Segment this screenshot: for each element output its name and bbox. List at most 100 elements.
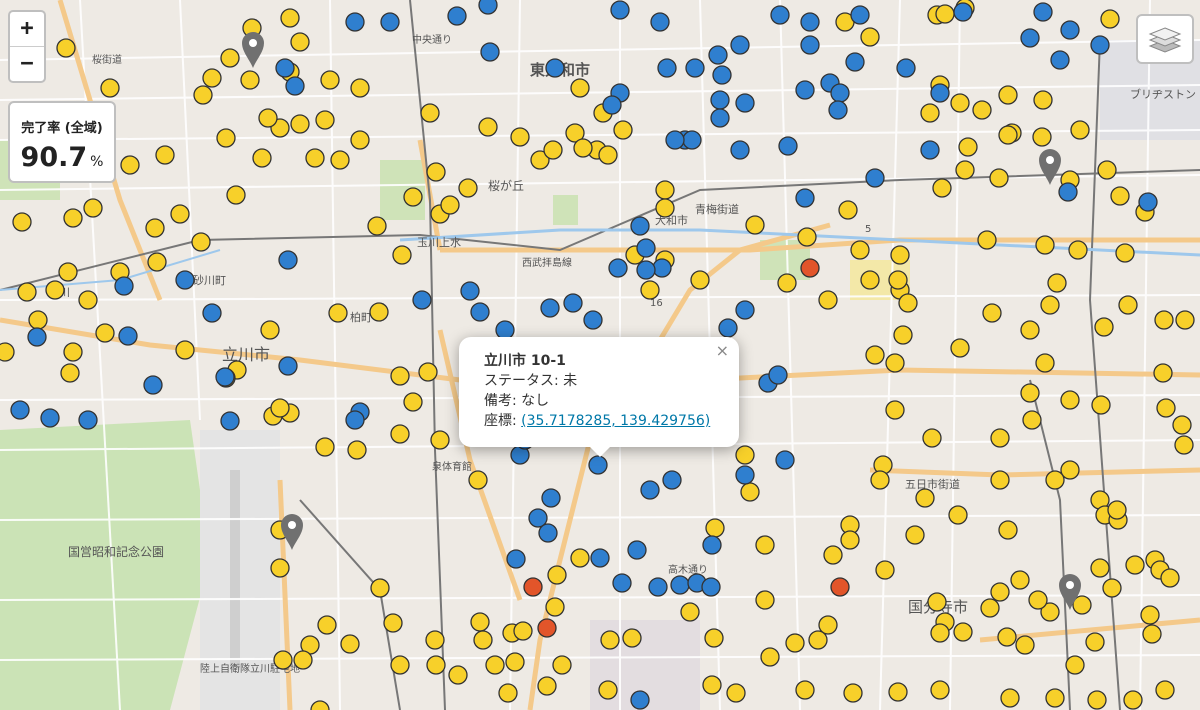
marker-done[interactable]: [60, 363, 80, 383]
marker-done[interactable]: [1102, 578, 1122, 598]
marker-done[interactable]: [622, 628, 642, 648]
marker-pending[interactable]: [710, 108, 730, 128]
marker-pending[interactable]: [1033, 2, 1053, 22]
marker-pending[interactable]: [27, 327, 47, 347]
marker-done[interactable]: [997, 627, 1017, 647]
marker-done[interactable]: [640, 280, 660, 300]
marker-pending[interactable]: [1090, 35, 1110, 55]
marker-done[interactable]: [317, 615, 337, 635]
marker-done[interactable]: [202, 68, 222, 88]
marker-pending[interactable]: [795, 80, 815, 100]
marker-done[interactable]: [950, 338, 970, 358]
marker-done[interactable]: [865, 345, 885, 365]
marker-done[interactable]: [950, 93, 970, 113]
marker-pending[interactable]: [735, 93, 755, 113]
marker-done[interactable]: [63, 208, 83, 228]
marker-pending[interactable]: [768, 365, 788, 385]
marker-done[interactable]: [740, 482, 760, 502]
marker-done[interactable]: [170, 204, 190, 224]
marker-pending[interactable]: [657, 58, 677, 78]
marker-done[interactable]: [330, 150, 350, 170]
marker-done[interactable]: [990, 470, 1010, 490]
marker-pending[interactable]: [648, 577, 668, 597]
marker-pending[interactable]: [610, 0, 630, 20]
marker-pending[interactable]: [735, 465, 755, 485]
marker-done[interactable]: [1065, 655, 1085, 675]
marker-pending[interactable]: [285, 76, 305, 96]
marker-done[interactable]: [280, 8, 300, 28]
marker-done[interactable]: [458, 178, 478, 198]
marker-pending[interactable]: [380, 12, 400, 32]
marker-done[interactable]: [420, 103, 440, 123]
marker-issue[interactable]: [537, 618, 557, 638]
marker-done[interactable]: [860, 27, 880, 47]
marker-pending[interactable]: [640, 480, 660, 500]
marker-done[interactable]: [598, 680, 618, 700]
marker-done[interactable]: [990, 428, 1010, 448]
marker-done[interactable]: [1028, 590, 1048, 610]
marker-done[interactable]: [403, 392, 423, 412]
marker-issue[interactable]: [523, 577, 543, 597]
marker-pending[interactable]: [670, 575, 690, 595]
marker-done[interactable]: [888, 682, 908, 702]
marker-done[interactable]: [982, 303, 1002, 323]
marker-done[interactable]: [392, 245, 412, 265]
marker-done[interactable]: [260, 320, 280, 340]
marker-done[interactable]: [808, 630, 828, 650]
marker-done[interactable]: [948, 505, 968, 525]
marker-done[interactable]: [1033, 90, 1053, 110]
marker-pending[interactable]: [800, 12, 820, 32]
marker-pending[interactable]: [78, 410, 98, 430]
marker-pending[interactable]: [830, 83, 850, 103]
marker-pending[interactable]: [215, 367, 235, 387]
marker-pending[interactable]: [1138, 192, 1158, 212]
marker-done[interactable]: [226, 185, 246, 205]
marker-done[interactable]: [120, 155, 140, 175]
marker-done[interactable]: [350, 78, 370, 98]
marker-done[interactable]: [1085, 632, 1105, 652]
marker-pending[interactable]: [583, 310, 603, 330]
marker-done[interactable]: [1010, 570, 1030, 590]
marker-done[interactable]: [885, 353, 905, 373]
marker-done[interactable]: [340, 634, 360, 654]
marker-done[interactable]: [932, 178, 952, 198]
marker-pending[interactable]: [850, 5, 870, 25]
marker-issue[interactable]: [830, 577, 850, 597]
marker-pending[interactable]: [460, 281, 480, 301]
marker-done[interactable]: [370, 578, 390, 598]
marker-done[interactable]: [543, 140, 563, 160]
marker-done[interactable]: [1000, 688, 1020, 708]
marker-done[interactable]: [875, 560, 895, 580]
marker-done[interactable]: [1118, 295, 1138, 315]
marker-done[interactable]: [513, 621, 533, 641]
marker-done[interactable]: [1097, 160, 1117, 180]
marker-done[interactable]: [1035, 353, 1055, 373]
marker-done[interactable]: [1123, 690, 1143, 710]
marker-done[interactable]: [1087, 690, 1107, 710]
marker-done[interactable]: [1045, 688, 1065, 708]
marker-done[interactable]: [293, 650, 313, 670]
marker-pending[interactable]: [40, 408, 60, 428]
marker-done[interactable]: [860, 270, 880, 290]
marker-done[interactable]: [58, 262, 78, 282]
marker-done[interactable]: [726, 683, 746, 703]
marker-pending[interactable]: [896, 58, 916, 78]
marker-done[interactable]: [1068, 240, 1088, 260]
marker-pending[interactable]: [278, 250, 298, 270]
marker-pending[interactable]: [778, 136, 798, 156]
marker-pending[interactable]: [652, 258, 672, 278]
map[interactable]: 東大和市 立川市 国分寺市 桜が丘 砂川町 砂川 柏町 中央通り 桜街道 青梅街…: [0, 0, 1200, 710]
marker-done[interactable]: [95, 323, 115, 343]
marker-done[interactable]: [390, 366, 410, 386]
marker-done[interactable]: [935, 4, 955, 24]
marker-done[interactable]: [1153, 363, 1173, 383]
marker-pending[interactable]: [701, 577, 721, 597]
marker-done[interactable]: [1174, 435, 1194, 455]
marker-done[interactable]: [191, 232, 211, 252]
marker-pending[interactable]: [447, 6, 467, 26]
marker-pending[interactable]: [920, 140, 940, 160]
marker-done[interactable]: [252, 148, 272, 168]
marker-done[interactable]: [1175, 310, 1195, 330]
marker-pending[interactable]: [953, 2, 973, 22]
marker-done[interactable]: [290, 114, 310, 134]
